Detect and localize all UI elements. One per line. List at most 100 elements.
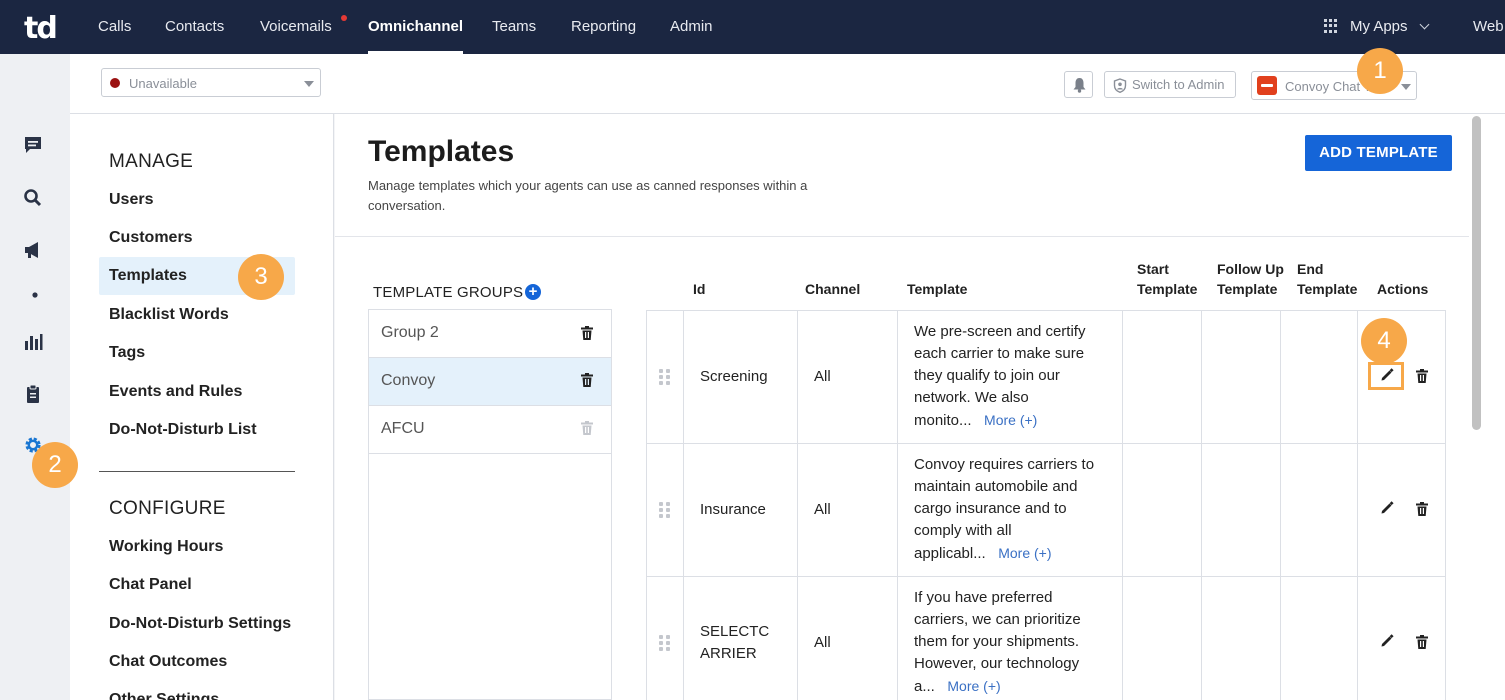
more-link[interactable]: More (+) xyxy=(947,678,1000,694)
switch-to-admin-button[interactable]: Switch to Admin xyxy=(1104,71,1236,98)
nav-web[interactable]: Web xyxy=(1473,0,1504,54)
more-link[interactable]: More (+) xyxy=(998,545,1051,561)
column-header-start-template: Start Template xyxy=(1137,259,1197,299)
drag-handle-icon[interactable] xyxy=(659,369,670,385)
apps-grid-icon[interactable] xyxy=(1324,19,1338,33)
manage-heading: MANAGE xyxy=(109,151,194,172)
pencil-icon[interactable] xyxy=(1380,501,1394,515)
template-line: each carrier to make sure xyxy=(914,345,1085,362)
menu-item-do-not-disturb-settings[interactable]: Do-Not-Disturb Settings xyxy=(109,615,291,633)
menu-item-events-and-rules[interactable]: Events and Rules xyxy=(109,383,242,401)
agent-status-select[interactable]: Unavailable xyxy=(101,68,321,97)
menu-item-tags[interactable]: Tags xyxy=(109,344,145,362)
menu-item-do-not-disturb-list[interactable]: Do-Not-Disturb List xyxy=(109,421,257,439)
menu-item-blacklist-words[interactable]: Blacklist Words xyxy=(109,306,229,324)
add-group-plus-icon[interactable]: + xyxy=(525,284,541,300)
bar-chart-icon[interactable] xyxy=(22,331,44,353)
template-line: maintain automobile and xyxy=(914,478,1078,495)
menu-item-chat-panel[interactable]: Chat Panel xyxy=(109,576,192,594)
templates-content: Templates Manage templates which your ag… xyxy=(335,114,1469,700)
nav-voicemails[interactable]: Voicemails xyxy=(260,0,332,54)
content-divider xyxy=(335,236,1469,237)
pencil-icon[interactable] xyxy=(1380,634,1394,648)
menu-item-chat-outcomes[interactable]: Chat Outcomes xyxy=(109,653,227,671)
template-line: applicabl... xyxy=(914,545,986,562)
sub-header: Unavailable Switch to Admin Convoy Chat … xyxy=(70,54,1505,114)
group-row-selected[interactable]: Convoy xyxy=(369,358,611,406)
group-name: Convoy xyxy=(381,372,436,389)
group-row[interactable]: AFCU xyxy=(369,406,611,454)
agent-status-value: Unavailable xyxy=(129,76,197,91)
chevron-down-icon[interactable] xyxy=(1419,19,1430,30)
bell-icon xyxy=(1073,78,1086,93)
caret-down-icon xyxy=(1401,84,1411,90)
menu-item-templates[interactable]: Templates xyxy=(109,267,187,285)
trash-icon[interactable] xyxy=(1416,369,1428,383)
column-header-end-template: End Template xyxy=(1297,259,1357,299)
trash-icon[interactable] xyxy=(581,326,593,340)
search-icon[interactable] xyxy=(22,187,44,209)
template-id-line: ARRIER xyxy=(700,645,757,662)
trash-icon[interactable] xyxy=(581,373,593,387)
menu-item-users[interactable]: Users xyxy=(109,191,153,209)
annotation-badge-3: 3 xyxy=(238,254,284,300)
menu-item-other-settings[interactable]: Other Settings xyxy=(109,691,219,700)
table-row: Insurance All Convoy requires carriers t… xyxy=(647,444,1446,577)
column-header-id: Id xyxy=(693,281,706,297)
header-line: Template xyxy=(1297,281,1358,297)
template-id: Screening xyxy=(700,366,768,388)
megaphone-icon[interactable] xyxy=(22,239,44,261)
nav-contacts[interactable]: Contacts xyxy=(165,0,224,54)
header-line: End xyxy=(1297,261,1324,277)
table-row: SELECTC ARRIER All If you have preferred… xyxy=(647,577,1446,700)
template-line: them for your shipments. xyxy=(914,633,1080,650)
add-template-button[interactable]: ADD TEMPLATE xyxy=(1305,135,1452,171)
column-header-follow-up-template: Follow Up Template xyxy=(1217,259,1284,299)
trash-icon[interactable] xyxy=(581,421,593,435)
edit-highlight-box xyxy=(1368,362,1404,390)
notifications-button[interactable] xyxy=(1064,71,1093,98)
column-header-channel: Channel xyxy=(805,281,861,297)
menu-item-working-hours[interactable]: Working Hours xyxy=(109,538,223,556)
nav-reporting[interactable]: Reporting xyxy=(571,0,636,54)
template-line: network. We also xyxy=(914,389,1029,406)
voicemail-notification-dot xyxy=(341,15,347,21)
template-text: We pre-screen and certify each carrier t… xyxy=(914,321,1114,432)
nav-calls[interactable]: Calls xyxy=(98,0,131,54)
caret-down-icon xyxy=(304,81,314,87)
dot-icon[interactable] xyxy=(22,284,44,306)
group-name: AFCU xyxy=(381,420,425,437)
template-line: However, our technology xyxy=(914,655,1080,672)
page-description: Manage templates which your agents can u… xyxy=(368,178,808,213)
table-row: Screening All We pre-screen and certify … xyxy=(647,311,1446,444)
group-row[interactable]: Group 2 xyxy=(369,310,611,358)
app-logo[interactable]: td xyxy=(24,11,58,46)
nav-omnichannel[interactable]: Omnichannel xyxy=(368,0,464,54)
template-line: Convoy requires carriers to xyxy=(914,456,1095,473)
configure-heading: CONFIGURE xyxy=(109,498,226,519)
template-line: cargo insurance and to xyxy=(914,500,1067,517)
more-link[interactable]: More (+) xyxy=(984,412,1037,428)
template-line: If you have preferred xyxy=(914,589,1053,606)
trash-icon[interactable] xyxy=(1416,502,1428,516)
template-text: If you have preferred carriers, we can p… xyxy=(914,587,1114,698)
template-line: comply with all xyxy=(914,522,1012,539)
convoy-logo-icon xyxy=(1257,76,1277,95)
annotation-badge-4: 4 xyxy=(1361,318,1407,364)
left-icon-rail xyxy=(0,54,70,700)
trash-icon[interactable] xyxy=(1416,635,1428,649)
scrollbar-thumb[interactable] xyxy=(1472,116,1481,430)
group-name: Group 2 xyxy=(381,324,439,341)
header-line: Template xyxy=(1217,281,1278,297)
menu-item-customers[interactable]: Customers xyxy=(109,229,193,247)
my-apps-menu[interactable]: My Apps xyxy=(1350,0,1408,54)
clipboard-icon[interactable] xyxy=(22,383,44,405)
template-id-line: Insurance xyxy=(700,501,766,518)
drag-handle-icon[interactable] xyxy=(659,502,670,518)
nav-admin[interactable]: Admin xyxy=(670,0,713,54)
chat-icon[interactable] xyxy=(22,134,44,156)
nav-teams[interactable]: Teams xyxy=(492,0,536,54)
drag-handle-icon[interactable] xyxy=(659,635,670,651)
menu-divider xyxy=(99,471,295,472)
template-channel: All xyxy=(814,634,831,651)
